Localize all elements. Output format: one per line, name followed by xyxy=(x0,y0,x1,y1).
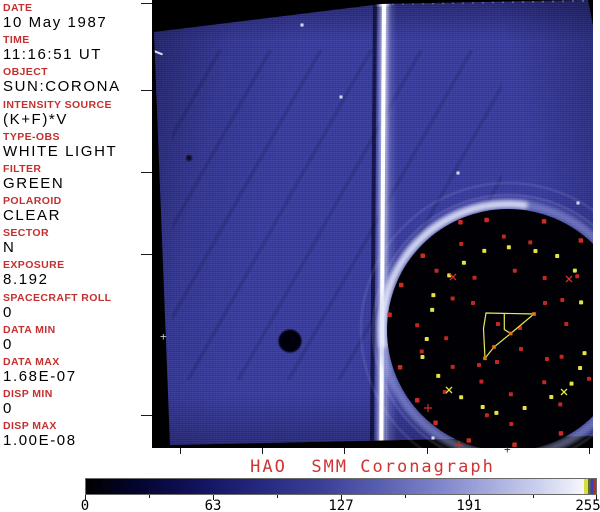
left-axis-tick xyxy=(141,90,152,91)
metadata-field: TIME 11:16:51 UT xyxy=(3,35,149,67)
colorbar-tick-label: 191 xyxy=(456,498,482,512)
field-value: WHITE LIGHT xyxy=(3,142,118,160)
field-label: FILTER xyxy=(3,162,42,175)
field-label: INTENSITY SOURCE xyxy=(3,98,112,111)
field-value: 11:16:51 UT xyxy=(3,46,103,64)
colorbar-tick-label: 255 xyxy=(575,498,600,512)
bottom-axis-tick xyxy=(262,448,263,454)
metadata-field: EXPOSURE 8.192 xyxy=(3,260,149,292)
outer-red-ring-dot xyxy=(512,442,517,448)
pylon-halo xyxy=(386,2,397,442)
colorbar-minor-tick xyxy=(405,495,406,498)
field-label: SECTOR xyxy=(3,227,49,240)
field-label: DISP MAX xyxy=(3,420,57,433)
field-label: DISP MIN xyxy=(3,388,53,401)
field-value: (K+F)*V xyxy=(3,110,68,128)
colorbar-gradient xyxy=(85,478,597,495)
bottom-axis-tick xyxy=(180,448,181,454)
left-edge-artifact xyxy=(154,48,163,56)
bottom-axis-tick xyxy=(427,448,428,454)
field-value: 8.192 xyxy=(3,271,49,289)
field-label: SPACECRAFT ROLL xyxy=(3,291,112,304)
plus-fiducial-mark xyxy=(455,441,463,448)
field-label: DATA MIN xyxy=(3,323,56,336)
field-label: OBJECT xyxy=(3,66,48,79)
colorbar-minor-tick xyxy=(533,495,534,498)
metadata-field: DISP MIN 0 xyxy=(3,389,149,421)
outer-red-ring-dot xyxy=(466,438,472,443)
left-plus-tick: + xyxy=(160,330,167,343)
left-axis-tick xyxy=(141,254,152,255)
pylon-top-bloom xyxy=(374,0,392,8)
colorbar-tick-label: 127 xyxy=(328,498,354,512)
metadata-field: POLAROID CLEAR xyxy=(3,196,149,228)
metadata-field: DATA MAX 1.68E-07 xyxy=(3,357,149,389)
field-label: EXPOSURE xyxy=(3,259,65,272)
top-edge-speckle-right xyxy=(381,0,590,5)
metadata-sidebar: DATE 10 May 1987 TIME 11:16:51 UT OBJECT SUN:… xyxy=(3,3,149,453)
field-value: 0 xyxy=(3,303,13,321)
field-value: 0 xyxy=(3,400,13,418)
bottom-plus-tick: + xyxy=(504,443,511,456)
field-label: POLAROID xyxy=(3,195,62,208)
metadata-field: OBJECT SUN:CORONA xyxy=(3,67,149,99)
metadata-field: DATE 10 May 1987 xyxy=(3,3,149,35)
metadata-field: INTENSITY SOURCE (K+F)*V xyxy=(3,98,149,132)
field-value: 10 May 1987 xyxy=(3,14,108,31)
field-value: CLEAR xyxy=(3,207,62,225)
colorbar-minor-tick xyxy=(149,495,150,498)
metadata-field: SECTOR N xyxy=(3,228,149,260)
field-value: N xyxy=(3,239,16,257)
bottom-axis-tick xyxy=(589,448,590,454)
metadata-field: FILTER GREEN xyxy=(3,164,149,196)
diagonal-streaks xyxy=(172,50,502,380)
field-value: 1.68E-07 xyxy=(3,367,77,385)
field-value: 0 xyxy=(3,335,13,353)
field-label: TYPE-OBS xyxy=(3,130,60,143)
metadata-field: DATA MIN 0 xyxy=(3,323,149,357)
coronagraph-photo xyxy=(154,0,593,445)
metadata-field: TYPE-OBS WHITE LIGHT xyxy=(3,130,149,164)
field-value: GREEN xyxy=(3,174,65,192)
field-label: DATA MAX xyxy=(3,355,60,368)
field-label: DATE xyxy=(3,2,33,14)
colorbar-tick-label: 63 xyxy=(204,498,222,512)
image-title: HAO SMM Coronagraph xyxy=(250,457,495,477)
colorbar-tick-label: 0 xyxy=(80,498,90,512)
metadata-field: SPACECRAFT ROLL 0 xyxy=(3,291,149,325)
field-value: SUN:CORONA xyxy=(3,78,121,96)
coronagraph-viewer: DATE 10 May 1987 TIME 11:16:51 UT OBJECT SUN:… xyxy=(0,0,600,512)
colorbar-minor-tick xyxy=(277,495,278,498)
field-label: TIME xyxy=(3,34,30,47)
bottom-axis-tick xyxy=(344,448,345,454)
left-axis-tick xyxy=(141,3,152,4)
left-axis-tick xyxy=(141,415,152,416)
field-value: 1.00E-08 xyxy=(3,432,77,450)
top-edge-speckle xyxy=(154,1,385,31)
metadata-field: DISP MAX 1.00E-08 xyxy=(3,421,149,453)
left-axis-tick xyxy=(141,172,152,173)
image-frame xyxy=(152,0,593,448)
